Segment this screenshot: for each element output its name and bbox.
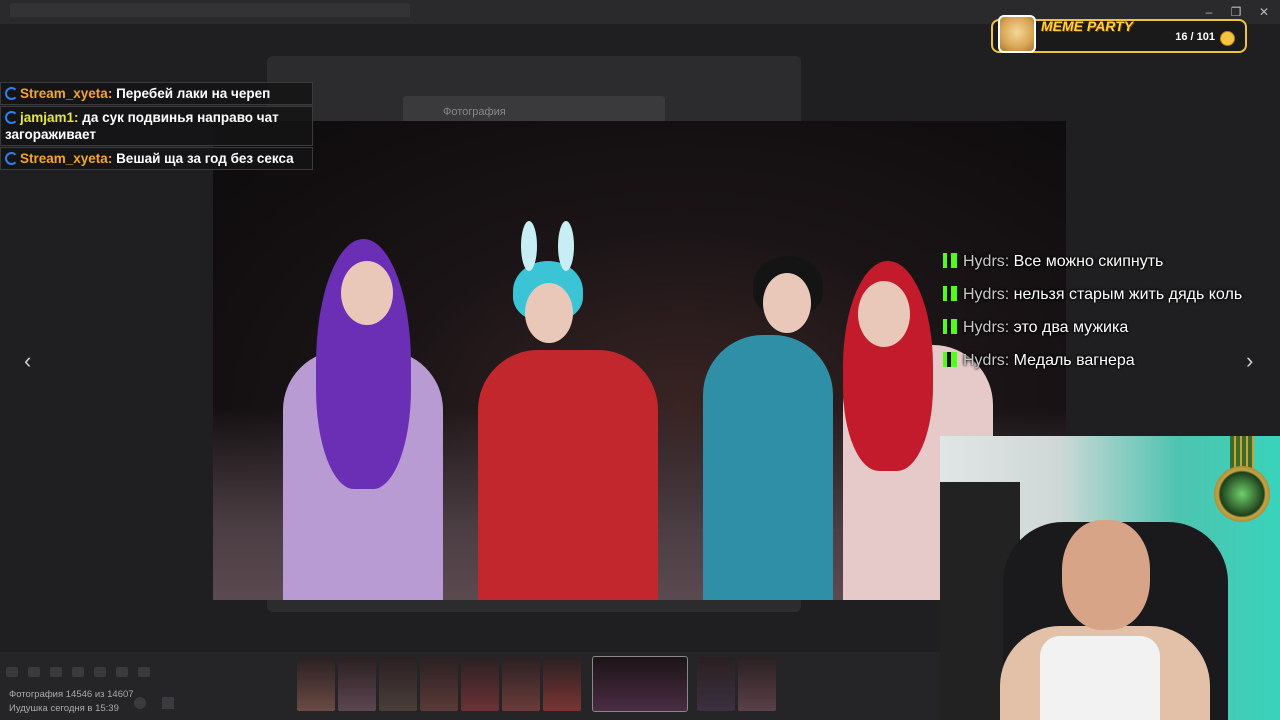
- thumbnail[interactable]: [379, 657, 417, 711]
- kick-icon: [943, 319, 957, 334]
- chat-text: Вешай ща за год без секса: [116, 151, 294, 166]
- close-button[interactable]: ✕: [1251, 3, 1277, 21]
- tool-icon[interactable]: [116, 667, 128, 677]
- coin-icon: [1220, 31, 1235, 46]
- chat-text: это два мужика: [1013, 319, 1129, 336]
- thumbnail[interactable]: [502, 657, 540, 711]
- doge-icon: [998, 15, 1036, 53]
- chat-message: Hydrs: это два мужика: [943, 314, 1243, 341]
- thumbnail[interactable]: [461, 657, 499, 711]
- meme-party-title: MEME PARTY: [1041, 18, 1134, 34]
- person-head: [763, 273, 811, 333]
- kick-icon: [943, 286, 957, 301]
- thumbnail[interactable]: [738, 657, 776, 711]
- person-red-shirt: [478, 350, 658, 600]
- tool-icon[interactable]: [28, 667, 40, 677]
- chat-username: Hydrs: [963, 253, 1005, 270]
- streamer-webcam: [940, 436, 1280, 720]
- google-icon: [5, 111, 18, 124]
- tool-icon[interactable]: [94, 667, 106, 677]
- bunny-ear-right: [558, 221, 574, 271]
- chat-text: Все можно скипнуть: [1013, 253, 1164, 270]
- chat-text: нельзя старым жить дядь коль: [1013, 286, 1243, 303]
- chat-text: Перебей лаки на череп: [116, 86, 271, 101]
- kick-icon: [943, 352, 957, 367]
- person-head: [858, 281, 910, 347]
- person-head: [525, 283, 573, 343]
- chat-overlay-left: Stream_xyeta: Перебей лаки на череп jamj…: [0, 82, 313, 171]
- dialog-header: Фотография: [403, 96, 665, 124]
- window-title: [10, 3, 410, 17]
- chat-username: Stream_xyeta: [20, 86, 108, 101]
- share-icon[interactable]: [162, 697, 174, 709]
- chat-message: Stream_xyeta: Вешай ща за год без секса: [0, 147, 313, 170]
- chat-username: Hydrs: [963, 352, 1005, 369]
- streamer-tanktop: [1040, 636, 1160, 720]
- previous-photo-button[interactable]: ‹: [24, 348, 31, 374]
- bunny-ear-left: [521, 221, 537, 271]
- chat-message: jamjam1: да сук подвинья направо чат заг…: [0, 106, 313, 146]
- chat-overlay-right: Hydrs: Все можно скипнуть Hydrs: нельзя …: [943, 248, 1243, 380]
- tool-icon[interactable]: [50, 667, 62, 677]
- thumbnail-current[interactable]: [592, 656, 688, 712]
- chat-username: jamjam1: [20, 110, 75, 125]
- next-photo-button[interactable]: ›: [1246, 348, 1253, 374]
- chat-message: Hydrs: Медаль вагнера: [943, 347, 1243, 374]
- chat-message: Stream_xyeta: Перебей лаки на череп: [0, 82, 313, 105]
- chat-text: Медаль вагнера: [1013, 352, 1135, 369]
- thumbnail[interactable]: [697, 657, 735, 711]
- viewer-toolbar: [6, 664, 236, 686]
- chat-username: Stream_xyeta: [20, 151, 108, 166]
- like-icon[interactable]: [134, 697, 146, 709]
- tool-icon[interactable]: [72, 667, 84, 677]
- chat-message: Hydrs: Все можно скипнуть: [943, 248, 1243, 275]
- photo-author-date[interactable]: Иудушка сегодня в 15:39: [9, 703, 119, 714]
- person-satin-jacket: [703, 335, 833, 600]
- meme-party-count: 16 / 101: [1175, 31, 1215, 43]
- thumbnail[interactable]: [543, 657, 581, 711]
- tool-icon[interactable]: [138, 667, 150, 677]
- thumbnail[interactable]: [338, 657, 376, 711]
- meme-party-widget: MEME PARTY 16 / 101: [991, 15, 1247, 53]
- kick-icon: [943, 253, 957, 268]
- thumbnail[interactable]: [297, 657, 335, 711]
- main-photo[interactable]: [213, 121, 1066, 600]
- person-head: [341, 261, 393, 325]
- thumbnail[interactable]: [420, 657, 458, 711]
- streamer-face: [1062, 520, 1150, 630]
- chat-username: Hydrs: [963, 319, 1005, 336]
- google-icon: [5, 152, 18, 165]
- medal-icon: [1210, 436, 1274, 532]
- photo-counter: Фотография 14546 из 14607: [9, 689, 134, 700]
- chat-message: Hydrs: нельзя старым жить дядь коль: [943, 281, 1243, 308]
- google-icon: [5, 87, 18, 100]
- tool-icon[interactable]: [6, 667, 18, 677]
- chat-username: Hydrs: [963, 286, 1005, 303]
